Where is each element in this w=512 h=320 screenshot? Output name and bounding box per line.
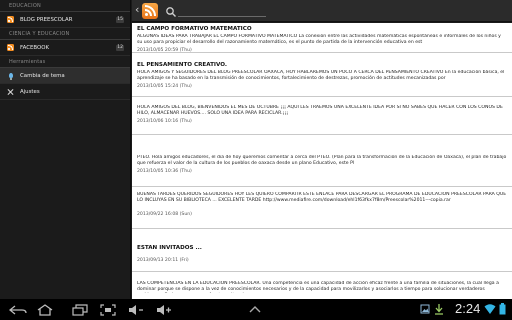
sidebar-item-facebook[interactable]: FACEBOOK 12 — [0, 40, 130, 56]
section-header-tools: Herramientas — [0, 56, 130, 68]
back-icon[interactable] — [8, 302, 28, 317]
list-item[interactable]: EL PENSAMIENTO CREATIVO. HOLA AMIGOS Y S… — [132, 53, 512, 97]
sidebar-item-settings[interactable]: Ajustes — [0, 84, 130, 100]
article-title: EL CAMPO FORMATIVO MATEMATICO — [137, 26, 252, 32]
download-icon — [435, 304, 443, 315]
wrench-icon — [7, 88, 14, 95]
article-summary: PTEO. Hola amigos educadores, el dia de … — [137, 155, 507, 166]
home-icon[interactable] — [35, 302, 55, 317]
list-item[interactable]: ESTAN INVITADOS ... 2013/09/13 20:11 (Fr… — [132, 229, 512, 272]
article-date: 2013/10/05 15:24 (Thu) — [137, 84, 192, 89]
sidebar-item-label: BLOG PREESCOLAR — [20, 16, 73, 23]
sidebar-item-label: Ajustes — [20, 88, 40, 95]
sidebar-item-blog-preescolar[interactable]: BLOG PREESCOLAR 15 — [0, 12, 130, 28]
search-icon[interactable] — [165, 6, 177, 18]
rss-icon — [7, 44, 14, 51]
wifi-icon — [484, 304, 496, 314]
sidebar-item-label: Cambia de tema — [20, 72, 65, 79]
article-summary: BUENAS TARDES QUERIDOS SEGUIDORES HOY LE… — [137, 192, 507, 203]
system-clock[interactable]: 2:24 — [455, 300, 480, 318]
sidebar: EDUCACION BLOG PREESCOLAR 15 CIENCIA Y E… — [0, 0, 131, 299]
unread-count-badge: 15 — [116, 17, 124, 23]
rss-icon[interactable] — [142, 3, 158, 19]
gallery-icon — [420, 304, 430, 314]
list-item[interactable]: EL CAMPO FORMATIVO MATEMATICO ALGUNAS ID… — [132, 23, 512, 53]
article-date: 2013/09/22 16:08 (Sun) — [137, 212, 192, 217]
unread-count-badge: 12 — [116, 45, 124, 51]
article-summary: HOLA AMIGOS Y SEGUIDORES DEL BLOG PREESC… — [137, 70, 505, 81]
list-item[interactable]: PTEO. Hola amigos educadores, el dia de … — [132, 135, 512, 187]
volume-up-icon[interactable] — [154, 302, 174, 317]
lightbulb-icon — [7, 72, 14, 80]
article-summary: ALGUNAS IDEAS PARA TRABAJAR EL CAMPO FOR… — [137, 34, 501, 45]
rss-icon — [7, 16, 14, 23]
article-list: EL CAMPO FORMATIVO MATEMATICO ALGUNAS ID… — [132, 23, 512, 299]
screenshot-icon[interactable] — [98, 302, 118, 317]
battery-icon — [499, 303, 506, 315]
recent-apps-icon[interactable] — [70, 302, 90, 317]
section-header-education: EDUCACION — [0, 0, 130, 12]
list-item[interactable]: HOLA AMIGOS DEL BLOG, BIENVENIDOS EL MES… — [132, 97, 512, 135]
list-item[interactable]: BUENAS TARDES QUERIDOS SEGUIDORES HOY LE… — [132, 187, 512, 229]
article-title: ESTAN INVITADOS ... — [137, 245, 202, 251]
section-header-science: CIENCIA Y EDUCACION — [0, 28, 130, 40]
article-summary: LAS COMPETENCIAS EN LA EDUCACION PREESCO… — [137, 281, 499, 292]
sidebar-item-label: FACEBOOK — [20, 44, 49, 51]
article-title: EL PENSAMIENTO CREATIVO. — [137, 62, 227, 68]
volume-down-icon[interactable] — [126, 302, 146, 317]
search-input[interactable] — [178, 16, 266, 17]
list-item[interactable]: LAS COMPETENCIAS EN LA EDUCACION PREESCO… — [132, 272, 512, 299]
article-date: 2013/10/05 10:36 (Thu) — [137, 169, 192, 174]
up-chevron-icon[interactable] — [248, 304, 262, 314]
drawer-back-icon[interactable]: ‹ — [135, 3, 139, 17]
action-bar: ‹ — [132, 0, 512, 22]
sidebar-item-change-theme[interactable]: Cambia de tema — [0, 68, 130, 84]
article-summary: HOLA AMIGOS DEL BLOG, BIENVENIDOS EL MES… — [137, 105, 503, 116]
article-date: 2013/09/13 20:11 (Fri) — [137, 258, 189, 263]
system-navigation-bar: 2:24 — [0, 299, 512, 320]
article-date: 2013/10/06 10:16 (Thu) — [137, 119, 192, 124]
